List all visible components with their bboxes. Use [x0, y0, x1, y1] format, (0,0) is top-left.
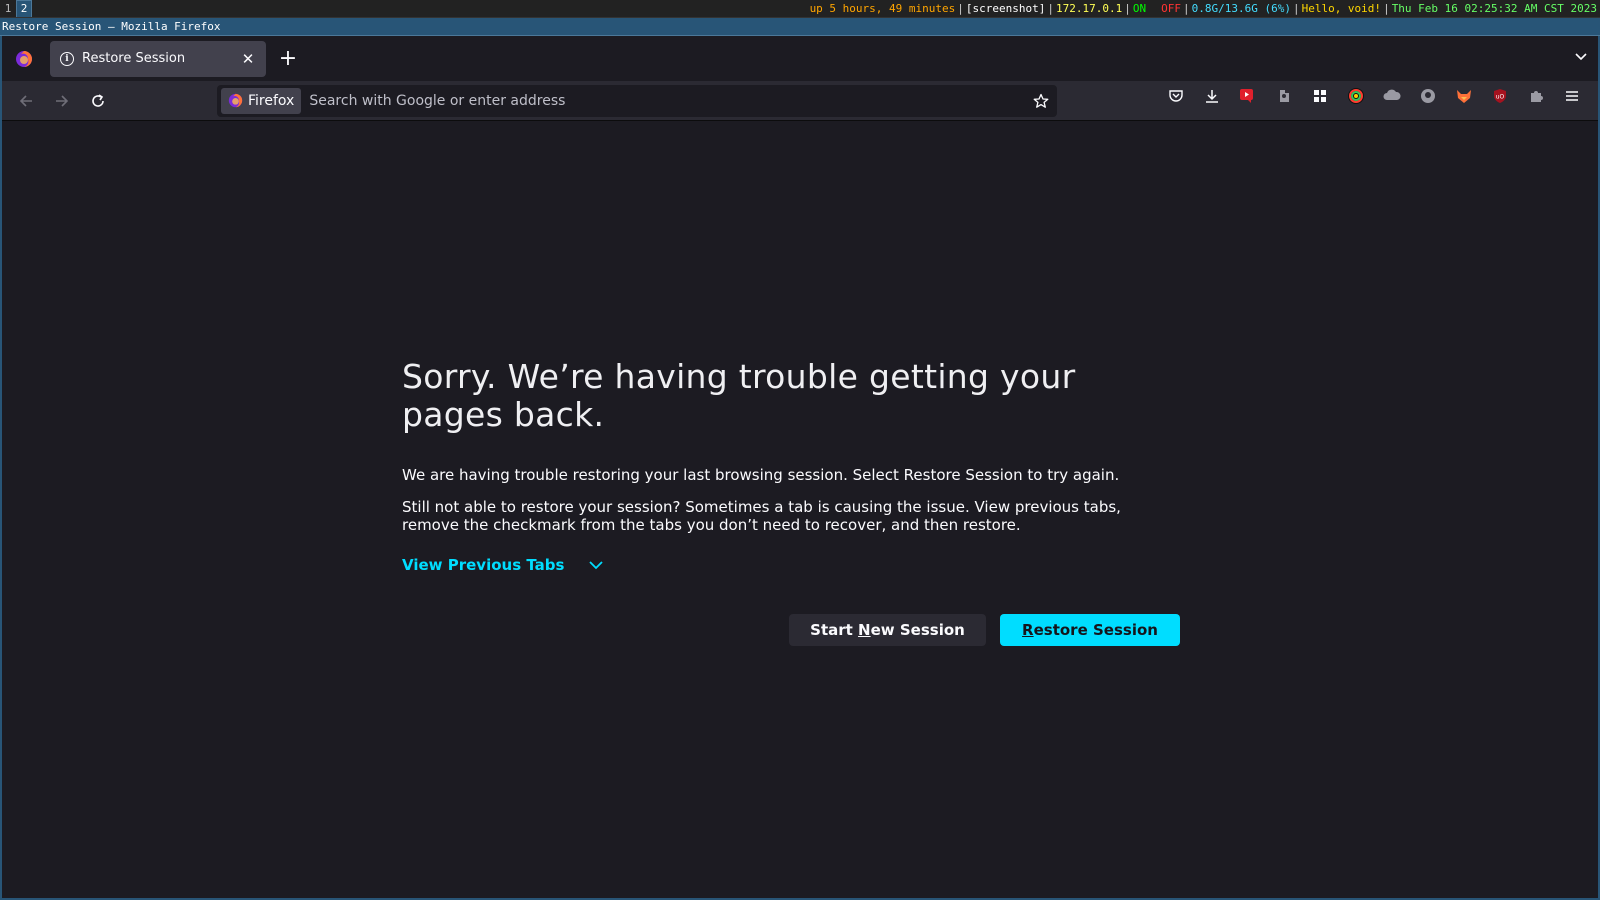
fox-extension-icon[interactable] [1446, 80, 1482, 112]
datetime-status: Thu Feb 16 02:25:32 AM CST 2023 [1391, 2, 1597, 15]
workspace-1[interactable]: 1 [0, 0, 16, 17]
info-icon: i [60, 51, 74, 66]
view-previous-tabs-label: View Previous Tabs [402, 556, 565, 574]
url-bar[interactable]: Firefox Search with Google or enter addr… [217, 84, 1057, 117]
circle-extension-icon[interactable] [1410, 80, 1446, 112]
vpn-off-status: OFF [1161, 2, 1181, 15]
workspace-2[interactable]: 2 [16, 0, 32, 17]
access-key: N [858, 621, 871, 639]
firefox-view-icon[interactable] [2, 36, 46, 81]
puzzle-icon[interactable] [1518, 80, 1554, 112]
identity-label: Firefox [248, 92, 295, 109]
restore-session-button[interactable]: Restore Session [1000, 614, 1180, 646]
start-new-suffix: ew Session [870, 621, 965, 639]
ip-status: 172.17.0.1 [1056, 2, 1123, 15]
pocket-icon[interactable] [1158, 80, 1194, 112]
grid-extension-icon[interactable] [1302, 80, 1338, 112]
menu-icon[interactable] [1554, 80, 1590, 112]
extension-icon[interactable] [1266, 80, 1302, 112]
view-previous-tabs-toggle[interactable]: View Previous Tabs [402, 556, 1182, 574]
separator: | [957, 2, 964, 15]
access-key: R [1022, 621, 1034, 639]
restore-description: We are having trouble restoring your las… [402, 466, 1120, 484]
youtube-extension-icon[interactable] [1230, 80, 1266, 112]
back-arrow-icon [19, 94, 32, 107]
chevron-down-icon[interactable] [1574, 48, 1588, 67]
bookmark-star-icon[interactable] [1029, 93, 1053, 109]
tab-restore-session[interactable]: i Restore Session ✕ [50, 40, 266, 77]
screenshot-status: [screenshot] [965, 2, 1046, 15]
close-icon[interactable]: ✕ [240, 50, 256, 68]
ublock-icon[interactable]: uO [1482, 80, 1518, 112]
session-actions: Start New Session Restore Session [789, 614, 1180, 646]
reload-button[interactable] [80, 85, 116, 117]
restore-help-text: Still not able to restore your session? … [402, 498, 1121, 534]
separator: | [1047, 2, 1054, 15]
back-button[interactable] [8, 85, 44, 117]
memory-status: 0.8G/13.6G (6%) [1191, 2, 1291, 15]
separator: | [1383, 2, 1390, 15]
color-extension-icon[interactable] [1338, 80, 1374, 112]
address-input[interactable]: Search with Google or enter address [301, 93, 1029, 109]
svg-text:uO: uO [1496, 94, 1505, 101]
status-blocks: up 5 hours, 49 minutes | [screenshot] | … [809, 2, 1600, 15]
toolbar-icons: uO [1158, 80, 1590, 112]
tab-title: Restore Session [82, 51, 186, 66]
firefox-logo-icon [228, 93, 243, 108]
greeting-status: Hello, void! [1301, 2, 1382, 15]
separator: | [1124, 2, 1131, 15]
chevron-down-icon [589, 561, 604, 570]
separator: | [1292, 2, 1300, 15]
tab-strip: i Restore Session ✕ + [2, 36, 1598, 81]
page-title: Sorry. We’re having trouble getting your… [402, 357, 1076, 434]
cloud-extension-icon[interactable] [1374, 80, 1410, 112]
window-title-bar[interactable]: Restore Session — Mozilla Firefox [0, 18, 1600, 36]
separator: | [1182, 2, 1190, 15]
session-restore-content: Sorry. We’re having trouble getting your… [402, 357, 1182, 575]
restore-suffix: estore Session [1033, 621, 1158, 639]
wm-status-bar: 1 2 up 5 hours, 49 minutes | [screenshot… [0, 0, 1600, 18]
start-new-prefix: Start [810, 621, 859, 639]
forward-arrow-icon [56, 94, 69, 107]
new-tab-button[interactable]: + [272, 43, 304, 75]
start-new-session-button[interactable]: Start New Session [789, 614, 986, 646]
vpn-on-status: ON [1132, 2, 1147, 15]
download-icon[interactable] [1194, 80, 1230, 112]
uptime-status: up 5 hours, 49 minutes [809, 2, 956, 15]
workspace-switcher: 1 2 [0, 0, 32, 17]
identity-box[interactable]: Firefox [221, 87, 302, 114]
forward-button[interactable] [44, 85, 80, 117]
reload-icon [92, 93, 104, 107]
